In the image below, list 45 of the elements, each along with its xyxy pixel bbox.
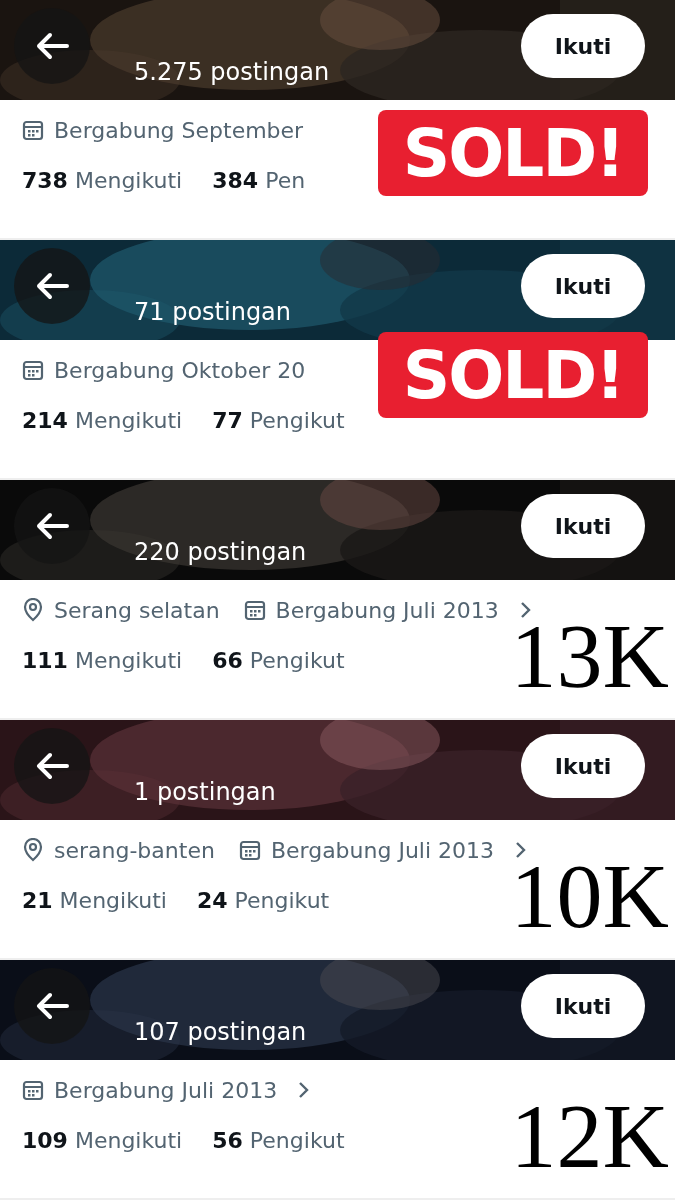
follow-button[interactable]: Ikuti xyxy=(521,14,645,78)
join-date: Bergabung Juli 2013 xyxy=(54,1077,278,1103)
join-date: Bergabung September xyxy=(54,117,304,143)
price-label: 12K xyxy=(510,1090,669,1182)
calendar-icon xyxy=(22,119,44,141)
location-pin-icon xyxy=(22,598,44,622)
price-label: 13K xyxy=(510,610,669,702)
followers-count[interactable]: 77 Pengikut xyxy=(212,408,345,433)
location-pin-icon xyxy=(22,838,44,862)
follow-button[interactable]: Ikuti xyxy=(521,974,645,1038)
following-count[interactable]: 214 Mengikuti xyxy=(22,408,183,433)
location-text: serang-banten xyxy=(54,837,215,863)
price-label: 10K xyxy=(510,850,669,942)
chevron-icon[interactable] xyxy=(518,600,533,620)
followers-count[interactable]: 56 Pengikut xyxy=(212,1128,345,1153)
sold-stamp: SOLD! xyxy=(378,110,648,196)
following-count[interactable]: 738 Mengikuti xyxy=(22,168,183,193)
location-text: Serang selatan xyxy=(54,597,220,623)
calendar-icon xyxy=(238,839,261,861)
follow-button[interactable]: Ikuti xyxy=(521,254,645,318)
back-arrow-icon xyxy=(35,32,69,60)
back-arrow-icon xyxy=(35,272,69,300)
calendar-icon xyxy=(243,599,266,621)
back-arrow-icon xyxy=(35,992,69,1020)
following-count[interactable]: 111 Mengikuti xyxy=(22,648,183,673)
post-count: 71 postingan xyxy=(134,298,292,326)
follow-button[interactable]: Ikuti xyxy=(521,734,645,798)
join-date: Bergabung Oktober 20 xyxy=(54,357,306,383)
sold-stamp: SOLD! xyxy=(378,332,648,418)
back-arrow-icon xyxy=(35,752,69,780)
post-count: 220 postingan xyxy=(134,538,307,566)
following-count[interactable]: 21 Mengikuti xyxy=(22,888,167,913)
join-date: Bergabung Juli 2013 xyxy=(275,597,499,623)
join-date: Bergabung Juli 2013 xyxy=(270,837,495,863)
followers-count[interactable]: 66 Pengikut xyxy=(212,648,345,673)
calendar-icon xyxy=(22,359,44,381)
following-count[interactable]: 109 Mengikuti xyxy=(22,1128,183,1153)
followers-count[interactable]: 384 Pen xyxy=(212,168,306,193)
post-count: 107 postingan xyxy=(134,1018,307,1046)
post-count: 5.275 postingan xyxy=(134,58,330,86)
followers-count[interactable]: 24 Pengikut xyxy=(196,888,330,913)
follow-button[interactable]: Ikuti xyxy=(521,494,645,558)
calendar-icon xyxy=(22,1079,44,1101)
back-arrow-icon xyxy=(35,512,69,540)
post-count: 1 postingan xyxy=(134,778,276,806)
